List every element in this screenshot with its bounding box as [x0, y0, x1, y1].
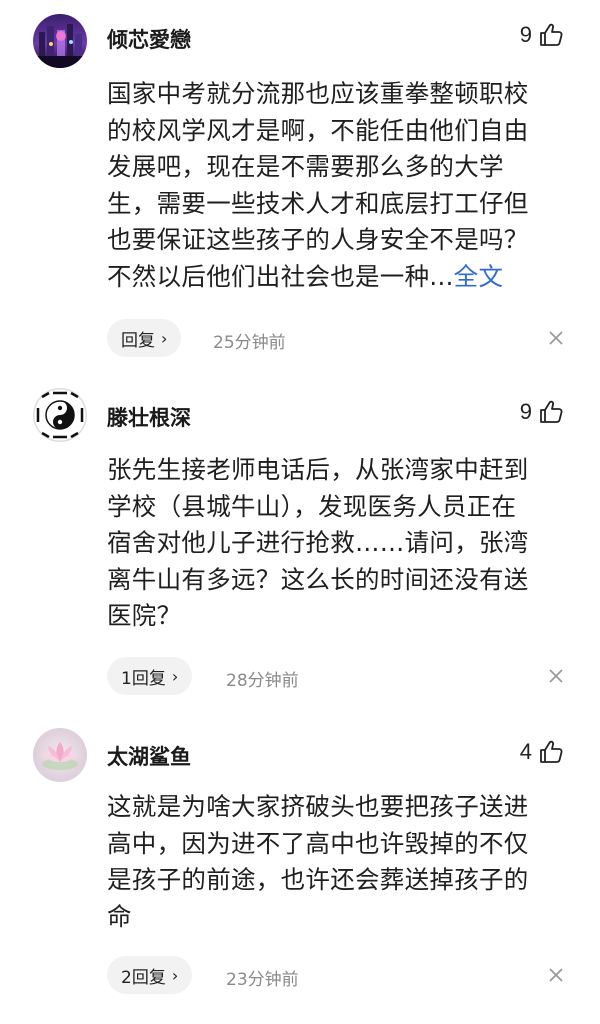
close-icon[interactable]	[548, 668, 564, 684]
thumbs-up-icon	[540, 400, 563, 423]
chevron-right-icon: ›	[161, 328, 168, 348]
comment-line: 离牛山有多远？这么长的时间还没有送	[107, 564, 529, 594]
comment-line: 这就是为啥大家挤破头也要把孩子送进	[107, 792, 529, 821]
comment-line: 国家中考就分流那也应该重拳整顿职校	[107, 79, 529, 108]
like-count: 9	[519, 399, 532, 424]
timestamp: 25分钟前	[213, 333, 286, 353]
comment-line: 宿舍对他儿子进行抢救……请问，张湾	[107, 528, 529, 557]
reply-label: 2回复	[121, 967, 166, 988]
username[interactable]: 倾芯愛戀	[107, 24, 191, 54]
username[interactable]: 滕壮根深	[107, 402, 191, 432]
comment-line: 是孩子的前途，也许还会葬送掉孩子的	[107, 865, 529, 894]
thumbs-up-icon	[540, 23, 563, 46]
reply-button[interactable]: 2回复 ›	[107, 956, 193, 994]
comment-text: 国家中考就分流那也应该重拳整顿职校 的校风学风才是啊，不能任由他们自由 发展吧，…	[107, 76, 569, 295]
timestamp: 28分钟前	[226, 671, 299, 691]
comment-line: 不然以后他们出社会也是一种...	[107, 261, 454, 291]
comment-text: 这就是为啥大家挤破头也要把孩子送进 高中，因为进不了高中也许毁掉的不仅 是孩子的…	[107, 789, 569, 935]
comment-text: 张先生接老师电话后，从张湾家中赶到 学校（县城牛山），发现医务人员正在 宿舍对他…	[107, 452, 569, 635]
like-count: 9	[519, 22, 532, 47]
close-icon[interactable]	[548, 330, 564, 346]
comment-line: 命	[107, 901, 132, 931]
comment-line: 医院？	[107, 601, 182, 630]
reply-button[interactable]: 1回复 ›	[107, 657, 193, 695]
comment-line: 高中，因为进不了高中也许毁掉的不仅	[107, 828, 529, 858]
comment-line: 的校风学风才是啊，不能任由他们自由	[107, 115, 529, 145]
timestamp: 23分钟前	[226, 970, 299, 990]
comment-line: 张先生接老师电话后，从张湾家中赶到	[107, 455, 529, 484]
like-button[interactable]: 9	[520, 399, 564, 425]
city-night-avatar[interactable]	[33, 14, 87, 68]
reply-label: 1回复	[121, 668, 166, 689]
reply-label: 回复	[121, 330, 155, 351]
close-icon[interactable]	[548, 967, 564, 983]
comment-line: 也要保证这些孩子的人身安全不是吗？	[107, 225, 529, 254]
thumbs-up-icon	[540, 740, 563, 763]
comment-line: 生，需要一些技术人才和底层打工仔但	[107, 188, 529, 218]
username[interactable]: 太湖鲨鱼	[107, 741, 191, 771]
comment-line: 发展吧，现在是不需要那么多的大学	[107, 152, 504, 181]
comment-line: 学校（县城牛山），发现医务人员正在	[107, 491, 517, 521]
like-button[interactable]: 9	[520, 22, 564, 48]
like-button[interactable]: 4	[520, 739, 564, 765]
comment-line-last: 不然以后他们出社会也是一种...全文	[107, 259, 569, 296]
like-count: 4	[519, 739, 532, 764]
expand-full-text-link[interactable]: 全文	[454, 262, 504, 291]
chevron-right-icon: ›	[171, 666, 179, 686]
chevron-right-icon: ›	[171, 965, 179, 985]
lotus-flower-avatar[interactable]	[33, 728, 87, 782]
yin-yang-bagua-avatar[interactable]	[33, 388, 87, 442]
reply-button[interactable]: 回复 ›	[107, 319, 182, 357]
